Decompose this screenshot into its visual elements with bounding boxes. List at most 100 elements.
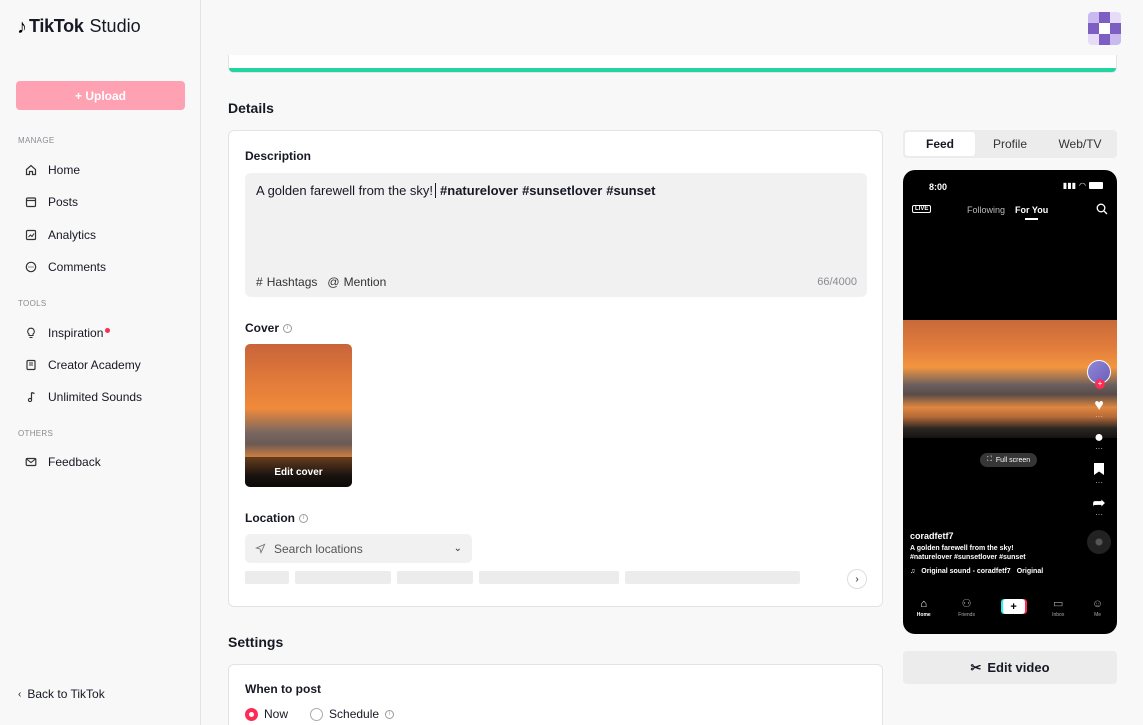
- radio-schedule-label[interactable]: Schedule: [329, 707, 379, 721]
- sidebar-item-label: Analytics: [48, 228, 97, 242]
- sidebar-item-posts[interactable]: Posts: [24, 195, 78, 209]
- product-name: Studio: [89, 16, 141, 36]
- creator-avatar: [1087, 360, 1111, 389]
- home-icon: [24, 163, 38, 177]
- friends-icon: ⚇: [961, 598, 972, 610]
- inbox-icon: ▭: [1053, 598, 1064, 610]
- sidebar-item-analytics[interactable]: Analytics: [24, 228, 96, 242]
- sidebar-item-inspiration[interactable]: Inspiration: [24, 326, 111, 340]
- notification-dot: [105, 327, 111, 333]
- chevron-right-icon[interactable]: ›: [847, 569, 867, 589]
- text-caret: [435, 183, 437, 198]
- phone-nav-label: Me: [1094, 612, 1102, 618]
- section-label-manage: MANAGE: [18, 136, 55, 145]
- ellipsis-icon: ···: [1095, 478, 1103, 487]
- settings-card: When to post Now Schedule i: [228, 664, 883, 725]
- when-to-post-label: When to post: [245, 682, 321, 696]
- phone-nav-label: Inbox: [1052, 612, 1065, 618]
- create-plus-icon: +: [1002, 599, 1025, 614]
- full-screen-button[interactable]: ⛶ Full screen: [980, 453, 1038, 467]
- posts-icon: [24, 195, 38, 209]
- avatar[interactable]: [1088, 12, 1121, 45]
- hash-icon: #: [256, 275, 263, 289]
- phone-sound-name: Original sound - coradfetf7: [921, 568, 1011, 575]
- sidebar-item-home[interactable]: Home: [24, 163, 80, 177]
- location-chip[interactable]: [295, 571, 391, 584]
- phone-tab-for-you: For You: [1015, 205, 1049, 220]
- brand-name: TikTok: [29, 16, 84, 36]
- info-icon[interactable]: i: [283, 323, 293, 333]
- mention-button[interactable]: @ Mention: [327, 275, 386, 289]
- phone-nav-label: Home: [916, 612, 931, 618]
- location-placeholder: Search locations: [274, 541, 363, 556]
- location-chip[interactable]: [625, 571, 800, 584]
- ellipsis-icon: ···: [1095, 510, 1103, 519]
- tab-feed[interactable]: Feed: [905, 132, 975, 156]
- search-icon: [1096, 203, 1108, 218]
- cover-thumbnail[interactable]: Edit cover: [245, 344, 352, 487]
- music-icon: [24, 390, 38, 404]
- edit-video-button[interactable]: ✂ Edit video: [903, 651, 1117, 684]
- cover-label-text: Cover: [245, 321, 280, 335]
- sidebar-item-label: Home: [48, 163, 81, 177]
- settings-heading: Settings: [228, 634, 284, 650]
- back-link-label: Back to TikTok: [27, 687, 105, 701]
- phone-caption: A golden farewell from the sky! #naturel…: [910, 544, 1026, 562]
- phone-action-bar: ♥ ··· ● ··· ··· ➦ ···: [1085, 360, 1113, 554]
- sidebar-item-unlimited-sounds[interactable]: Unlimited Sounds: [24, 390, 142, 404]
- wifi-icon: ◠: [1079, 181, 1086, 190]
- analytics-icon: [24, 228, 38, 242]
- info-icon[interactable]: i: [385, 709, 395, 719]
- phone-time: 8:00: [929, 182, 948, 192]
- phone-sound-tail: Original: [1016, 568, 1044, 575]
- location-chip[interactable]: [397, 571, 473, 584]
- description-body: A golden farewell from the sky!: [256, 183, 434, 198]
- upload-progress-card: [228, 55, 1117, 73]
- sidebar-item-feedback[interactable]: Feedback: [24, 455, 101, 469]
- character-count: 66/4000: [817, 276, 857, 288]
- ellipsis-icon: ···: [1095, 412, 1103, 421]
- sidebar-item-label: Posts: [48, 195, 79, 209]
- academy-icon: [24, 358, 38, 372]
- status-icons: ▮▮▮ ◠: [1063, 181, 1103, 190]
- description-editor[interactable]: A golden farewell from the sky! #naturelo…: [245, 173, 867, 297]
- hashtag: #sunset: [606, 183, 656, 198]
- upload-button[interactable]: + Upload: [16, 81, 185, 110]
- location-arrow-icon: [255, 543, 266, 554]
- tiktok-logo-icon: ♪: [17, 15, 27, 38]
- chevron-left-icon: ‹: [18, 688, 22, 700]
- location-label-text: Location: [245, 511, 295, 525]
- cover-label: Cover i: [245, 321, 293, 335]
- radio-now[interactable]: [245, 707, 258, 721]
- when-to-post-options: Now Schedule i: [245, 707, 395, 721]
- phone-nav-label: Friends: [958, 612, 975, 618]
- at-icon: @: [327, 275, 340, 289]
- radio-now-label[interactable]: Now: [264, 707, 288, 721]
- top-bar: [201, 0, 1143, 55]
- section-label-others: OTHERS: [18, 429, 54, 438]
- sound-disc-icon: [1087, 530, 1111, 554]
- tab-web-tv[interactable]: Web/TV: [1045, 132, 1115, 156]
- location-search-select[interactable]: Search locations ⌄: [245, 534, 472, 563]
- mention-label: Mention: [343, 275, 387, 289]
- description-text[interactable]: A golden farewell from the sky! #naturelo…: [256, 183, 655, 198]
- sidebar-item-label: Inspiration: [48, 326, 104, 340]
- tab-profile[interactable]: Profile: [975, 132, 1045, 156]
- description-label: Description: [245, 149, 312, 163]
- mail-icon: [24, 455, 38, 469]
- info-icon[interactable]: i: [299, 513, 308, 523]
- sidebar-item-creator-academy[interactable]: Creator Academy: [24, 358, 141, 372]
- phone-caption-line: A golden farewell from the sky!: [910, 545, 1014, 552]
- location-chip[interactable]: [479, 571, 619, 584]
- hashtags-button[interactable]: # Hashtags: [256, 275, 317, 289]
- back-to-tiktok-link[interactable]: ‹ Back to TikTok: [18, 687, 105, 701]
- home-icon: ⌂: [920, 598, 928, 610]
- tiktok-studio-logo[interactable]: ♪ TikTok Studio: [17, 16, 141, 37]
- location-chip[interactable]: [245, 571, 289, 584]
- phone-bottom-nav: ⌂ Home ⚇ Friends + ▭ Inbox ☺ Me: [903, 598, 1117, 619]
- radio-schedule[interactable]: [310, 707, 324, 721]
- edit-cover-button[interactable]: Edit cover: [245, 457, 352, 487]
- hashtag: #naturelover: [440, 183, 519, 198]
- hashtag: #sunsetlover: [522, 183, 603, 198]
- sidebar-item-comments[interactable]: Comments: [24, 260, 106, 274]
